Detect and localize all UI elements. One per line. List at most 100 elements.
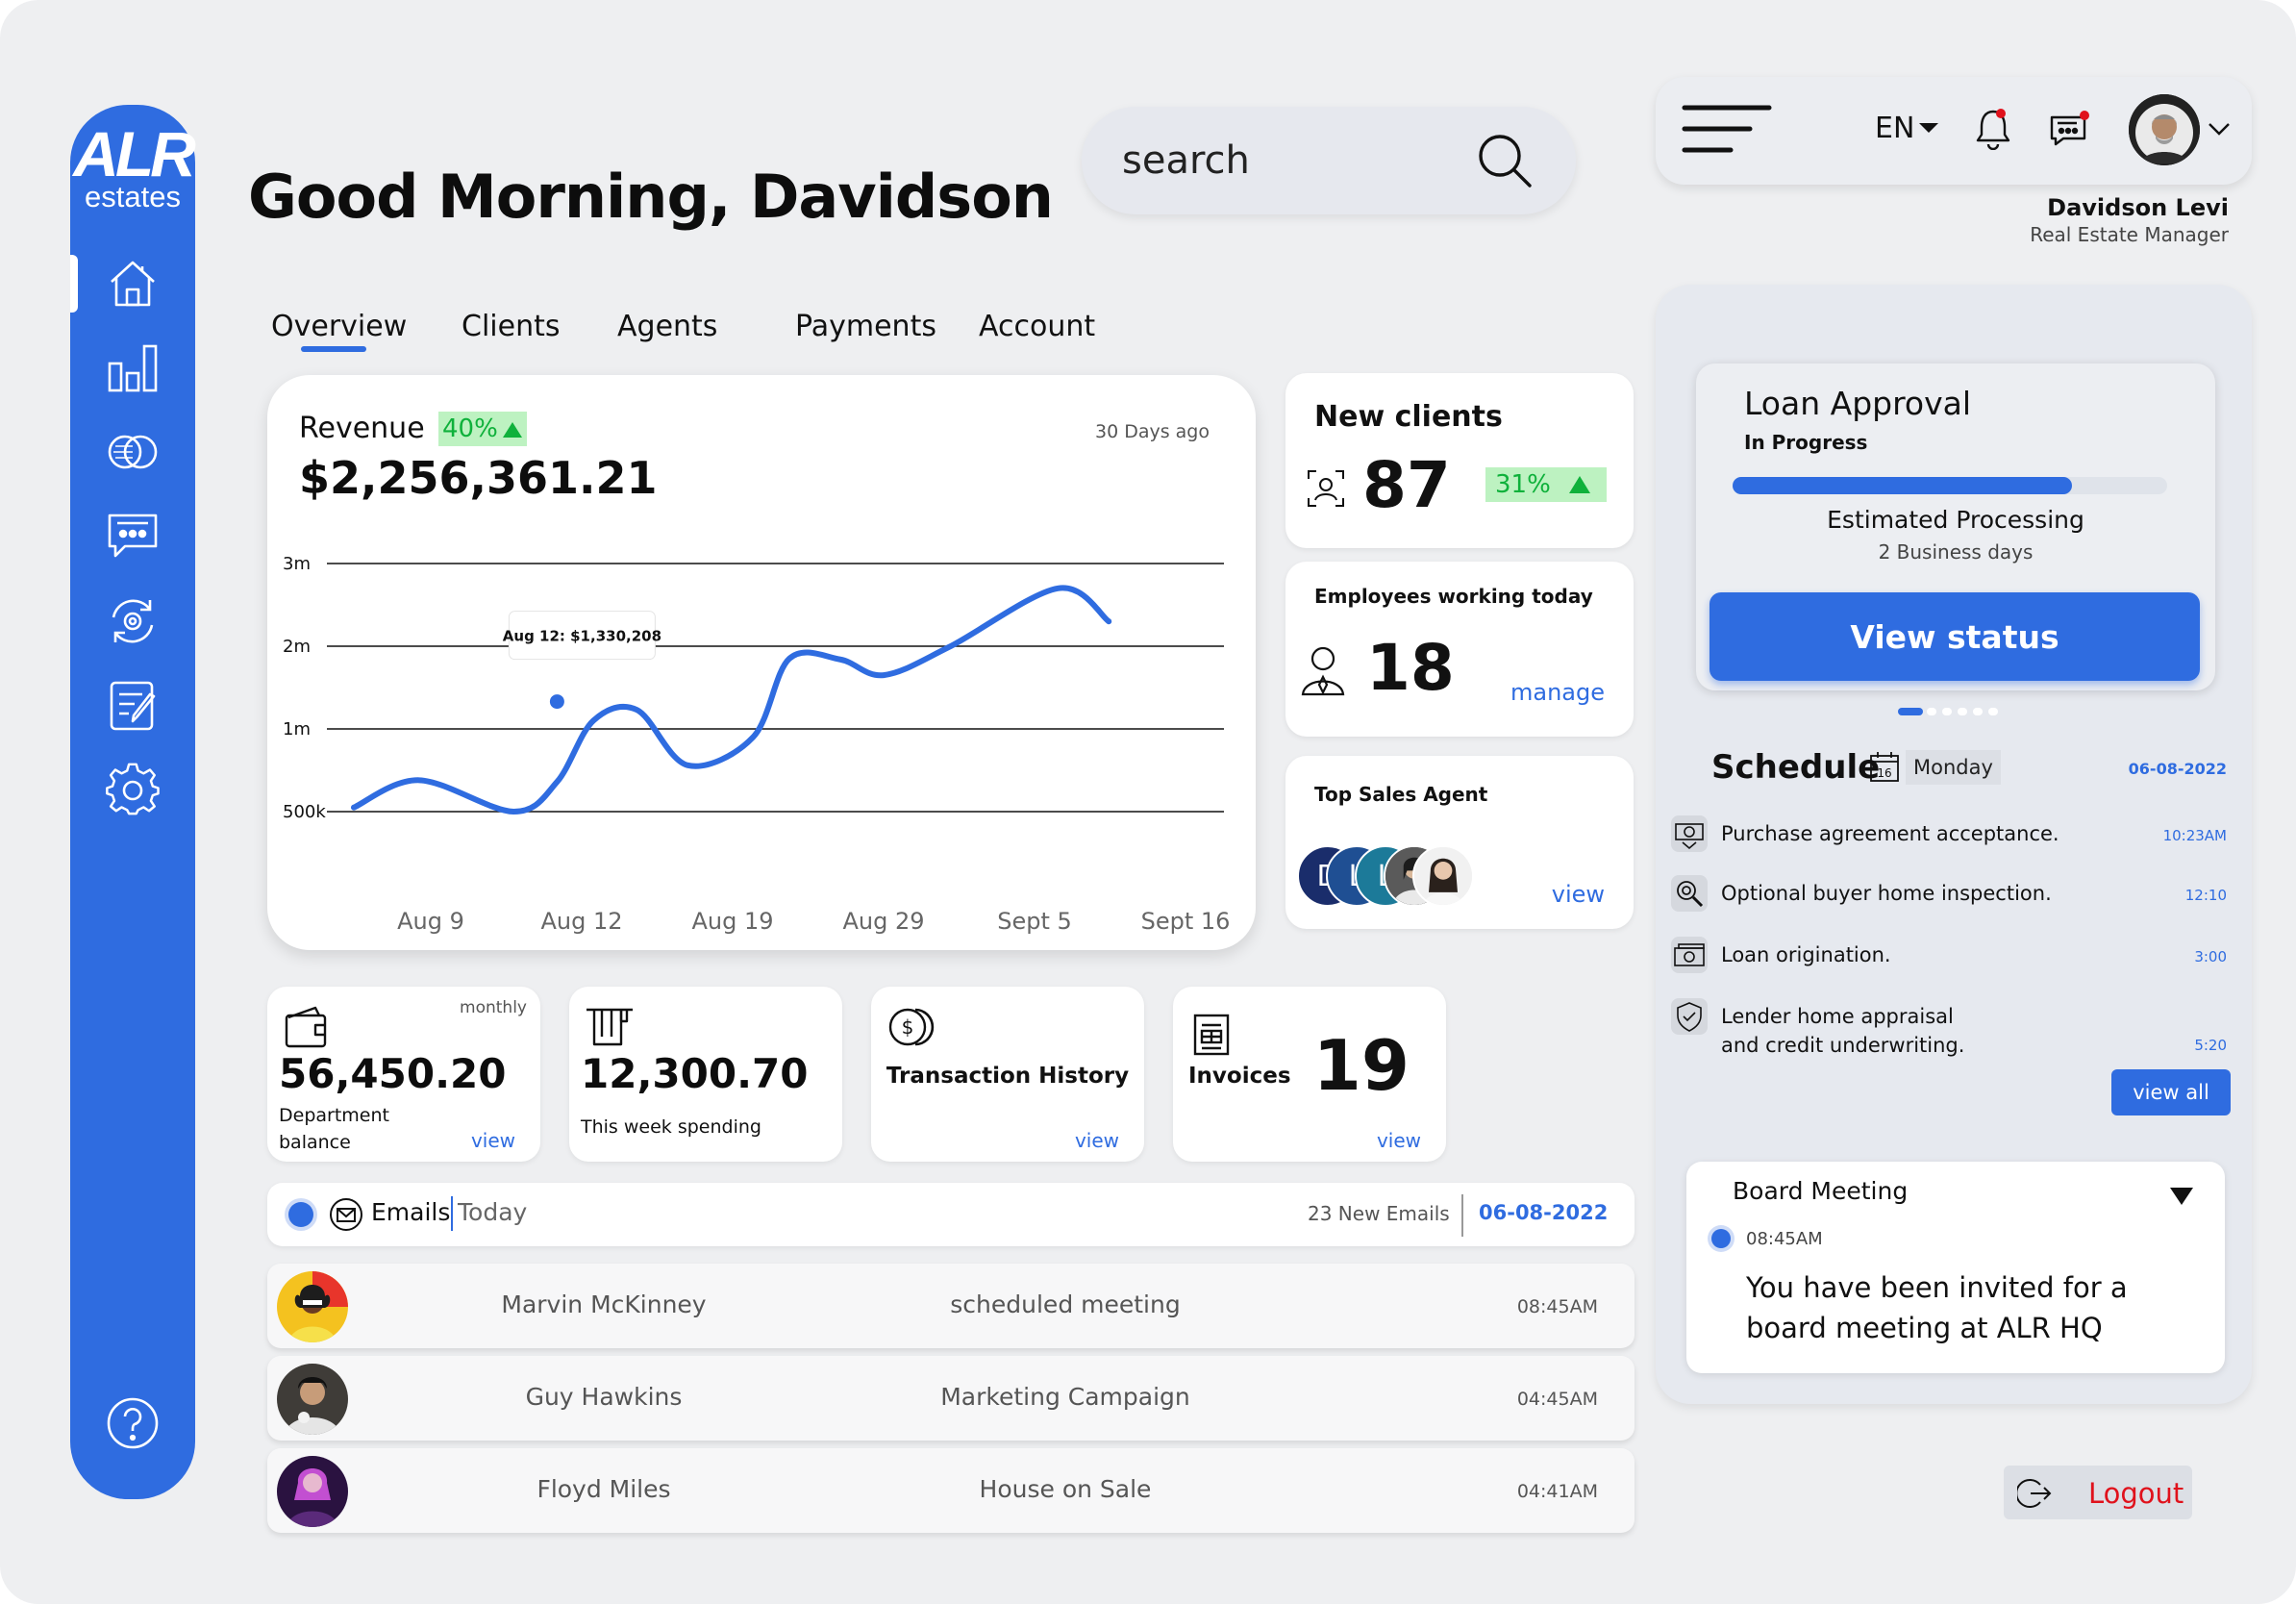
top-bar: EN: [1656, 77, 2252, 185]
logout-label: Logout: [2088, 1477, 2184, 1510]
chevron-down-icon[interactable]: [2208, 121, 2231, 137]
caret-down-icon[interactable]: [2169, 1187, 2194, 1206]
loan-progress-bar: [1733, 477, 2167, 494]
language-label: EN: [1875, 112, 1915, 145]
invoices-value: 19: [1312, 1025, 1410, 1106]
email-sender: Floyd Miles: [537, 1475, 671, 1503]
sidebar-item-notes[interactable]: [70, 663, 195, 749]
sidebar: ALR estates: [70, 105, 196, 1499]
manage-link[interactable]: manage: [1510, 679, 1605, 706]
meeting-title: Board Meeting: [1733, 1177, 1909, 1205]
edit-note-icon: [110, 681, 156, 731]
tab-overview[interactable]: Overview: [271, 310, 407, 343]
sidebar-item-analytics[interactable]: [70, 324, 195, 411]
sidebar-item-sync[interactable]: [70, 578, 195, 664]
new-emails-count: 23 New Emails: [1308, 1202, 1450, 1225]
right-panel: Loan Approval In Progress Estimated Proc…: [1656, 285, 2252, 1404]
carousel-dot[interactable]: [1942, 708, 1952, 715]
emails-date[interactable]: 06-08-2022: [1479, 1201, 1608, 1224]
calendar-icon[interactable]: 16: [1869, 750, 1900, 783]
schedule-item-text: Purchase agreement acceptance.: [1721, 822, 2059, 845]
sidebar-item-settings[interactable]: [70, 746, 195, 833]
sidebar-item-cards[interactable]: [70, 409, 195, 495]
email-subject: Marketing Campaign: [940, 1383, 1190, 1411]
avatar: [277, 1271, 348, 1342]
view-link[interactable]: view: [1377, 1129, 1421, 1152]
magnifier-icon: [1671, 875, 1708, 912]
schedule-item-text: Loan origination.: [1721, 943, 1891, 966]
top-agent-card: Top Sales Agent D L L view: [1285, 756, 1634, 929]
emails-title: Emails: [371, 1198, 451, 1226]
help-button[interactable]: [70, 1380, 195, 1466]
cash-icon: [1671, 937, 1708, 973]
carousel-dot[interactable]: [1973, 708, 1983, 715]
search-input[interactable]: [1122, 130, 1487, 191]
email-row[interactable]: Floyd Miles House on Sale 04:41AM: [267, 1448, 1635, 1533]
question-circle-icon: [107, 1397, 159, 1449]
y-tick-label: 2m: [283, 637, 311, 657]
week-spending-value: 12,300.70: [581, 1050, 809, 1097]
person-icon: [1301, 646, 1345, 696]
revenue-label: Revenue: [299, 412, 425, 445]
invoice-icon: [1193, 1014, 1230, 1056]
department-balance-label: Department balance: [279, 1105, 389, 1153]
schedule-item-time: 12:10: [2184, 887, 2227, 904]
page-title: Good Morning, Davidson: [248, 162, 1054, 232]
new-clients-title: New clients: [1314, 400, 1503, 434]
sidebar-item-messages[interactable]: [70, 493, 195, 580]
carousel-dot[interactable]: [1958, 708, 1967, 715]
user-name: Davidson Levi: [2047, 194, 2229, 221]
carousel-dot-active[interactable]: [1898, 708, 1923, 715]
revenue-line: [351, 585, 1112, 815]
x-tick-label: Sept 16: [1141, 908, 1231, 935]
transaction-history-card[interactable]: $ Transaction History view: [871, 987, 1144, 1162]
logout-button[interactable]: Logout: [2004, 1466, 2192, 1519]
schedule-item-text: Lender home appraisal and credit underwr…: [1721, 1005, 1965, 1057]
shield-check-icon: [1671, 998, 1708, 1035]
view-link[interactable]: view: [1075, 1129, 1119, 1152]
messages-icon[interactable]: [2048, 108, 2090, 148]
agent-photo-avatar[interactable]: [1412, 845, 1474, 907]
board-meeting-card: Board Meeting 08:45AM You have been invi…: [1686, 1162, 2225, 1373]
x-tick-label: Aug 19: [691, 908, 773, 935]
emails-filter[interactable]: Today: [458, 1198, 527, 1226]
bar-chart-icon: [108, 344, 158, 392]
tab-payments[interactable]: Payments: [795, 310, 936, 343]
tab-account[interactable]: Account: [979, 310, 1095, 343]
carousel-dot[interactable]: [1927, 708, 1936, 715]
arrow-up-icon: [1569, 476, 1590, 493]
tab-clients[interactable]: Clients: [462, 310, 560, 343]
employees-card: Employees working today 18 manage: [1285, 562, 1634, 737]
avatar[interactable]: [2129, 94, 2200, 165]
y-tick-label: 1m: [283, 719, 311, 739]
email-row[interactable]: Guy Hawkins Marketing Campaign 04:45AM: [267, 1356, 1635, 1441]
gear-icon: [106, 763, 160, 815]
view-status-button[interactable]: View status: [1710, 592, 2200, 681]
week-spending-card[interactable]: 12,300.70 This week spending: [569, 987, 842, 1162]
schedule-day[interactable]: Monday: [1906, 750, 2001, 785]
meeting-time: 08:45AM: [1746, 1229, 1823, 1249]
loan-title: Loan Approval: [1744, 385, 1972, 422]
highlight-point: [546, 691, 567, 713]
search-icon[interactable]: [1476, 132, 1534, 189]
view-link[interactable]: view: [471, 1129, 515, 1152]
tab-agents[interactable]: Agents: [617, 310, 717, 343]
carousel-dot[interactable]: [1988, 708, 1998, 715]
language-selector[interactable]: EN: [1875, 112, 1939, 145]
department-balance-card[interactable]: monthly 56,450.20 Department balance vie…: [267, 987, 540, 1162]
email-time: 08:45AM: [1516, 1296, 1598, 1317]
loan-approval-card: Loan Approval In Progress Estimated Proc…: [1696, 363, 2215, 690]
view-agents-link[interactable]: view: [1552, 881, 1605, 908]
view-all-button[interactable]: view all: [2111, 1069, 2231, 1115]
coins-icon: $: [888, 1008, 935, 1046]
invoices-card[interactable]: Invoices 19 view: [1173, 987, 1446, 1162]
active-tab-indicator: [301, 346, 366, 352]
email-row[interactable]: Marvin McKinney scheduled meeting 08:45A…: [267, 1264, 1635, 1348]
schedule-title: Schedule: [1711, 748, 1881, 787]
sidebar-item-home[interactable]: [70, 240, 195, 327]
email-subject: House on Sale: [979, 1475, 1152, 1503]
bell-icon[interactable]: [1973, 106, 2013, 150]
new-clients-card: New clients 87 31%: [1285, 373, 1634, 548]
menu-icon[interactable]: [1681, 104, 1773, 154]
mail-icon: [330, 1198, 362, 1231]
